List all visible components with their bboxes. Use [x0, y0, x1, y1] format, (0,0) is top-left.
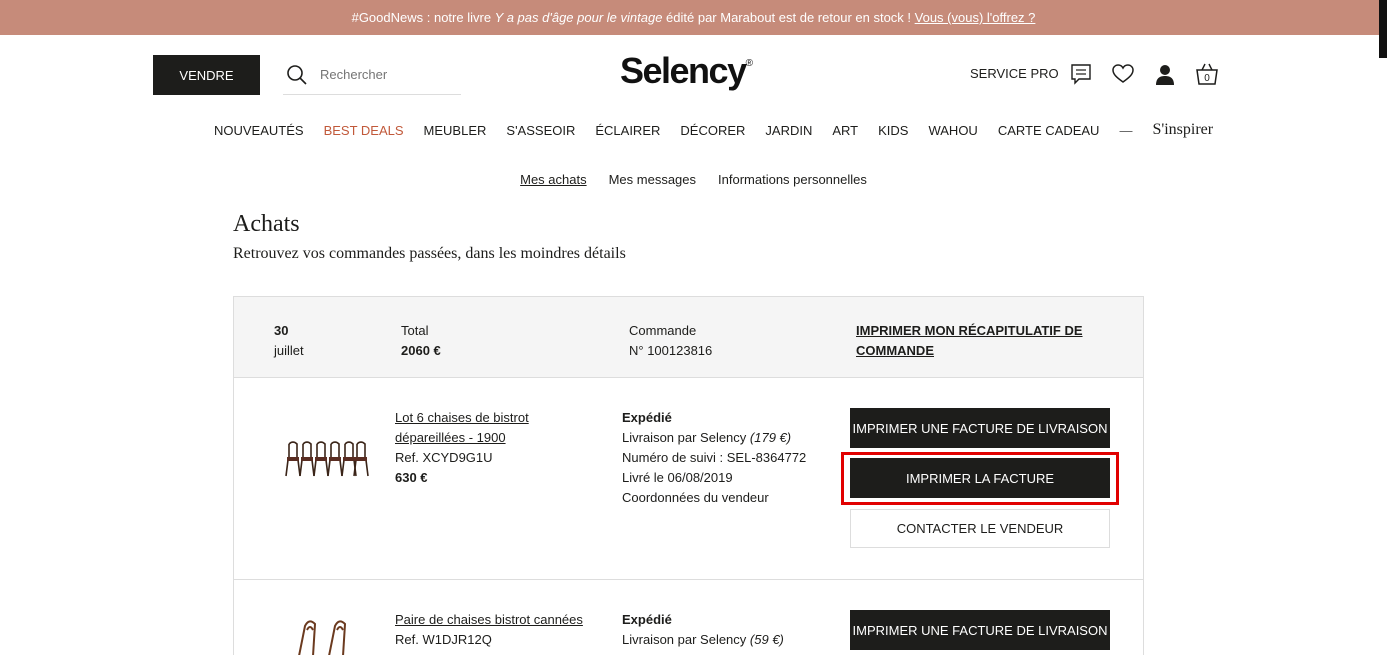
delivery-price: (179 €) [749, 430, 792, 445]
product-title[interactable]: Lot 6 chaises de bistrot [395, 410, 529, 425]
product-ref: Ref. XCYD9G1U [395, 450, 493, 465]
page-subtitle: Retrouvez vos commandes passées, dans le… [233, 245, 626, 262]
nav-separator: — [1119, 122, 1133, 138]
order-number-label: Commande [629, 323, 697, 338]
nav-item-art[interactable]: ART [832, 123, 858, 138]
shipping-status: Expédié [622, 410, 672, 425]
order-date: 30 juillet [274, 321, 304, 361]
order-number: Commande N° 100123816 [629, 321, 712, 361]
print-delivery-invoice-button[interactable]: IMPRIMER UNE FACTURE DE LIVRAISON [850, 610, 1110, 650]
order-item: Paire de chaises bistrot cannées Ref. W1… [234, 580, 1143, 655]
announcement-suffix: édité par Marabout est de retour en stoc… [662, 10, 915, 25]
print-recap-link[interactable]: IMPRIMER MON RÉCAPITULATIF DE COMMANDE [856, 321, 1096, 361]
announcement-bar: #GoodNews : notre livre Y a pas d'âge po… [0, 0, 1387, 35]
nav-item-sasseoir[interactable]: S'ASSEOIR [506, 123, 575, 138]
tracking-number: Numéro de suivi : SEL-8364772 [622, 450, 807, 465]
order-day: 30 [274, 323, 289, 338]
scrollbar[interactable] [1379, 0, 1387, 58]
account-nav: Mes achats Mes messages Informations per… [0, 172, 1387, 187]
search-bar[interactable] [283, 55, 461, 95]
sell-button[interactable]: VENDRE [153, 55, 260, 95]
product-info: Lot 6 chaises de bistrot dépareillées - … [395, 408, 529, 488]
order-total-value: 2060 € [401, 343, 441, 358]
delivery-price: (59 €) [749, 632, 784, 647]
shipping-info: Expédié Livraison par Selency (179 €) Nu… [622, 408, 806, 508]
nav-item-carte-cadeau[interactable]: CARTE CADEAU [998, 123, 1100, 138]
delivery-method: Livraison par Selency [622, 632, 747, 647]
messages-icon[interactable] [1069, 62, 1093, 86]
tab-informations-personnelles[interactable]: Informations personnelles [718, 172, 867, 187]
order-total-label: Total [401, 323, 429, 338]
order-month: juillet [274, 343, 304, 358]
heart-icon[interactable] [1111, 62, 1135, 86]
nav-item-nouveautes[interactable]: NOUVEAUTÉS [214, 123, 304, 138]
print-delivery-invoice-button[interactable]: IMPRIMER UNE FACTURE DE LIVRAISON [850, 408, 1110, 448]
service-pro-link[interactable]: SERVICE PRO [970, 66, 1059, 81]
nav-item-jardin[interactable]: JARDIN [765, 123, 812, 138]
nav-item-eclairer[interactable]: ÉCLAIRER [595, 123, 660, 138]
logo-text: Selency [620, 50, 747, 91]
order-number-value: N° 100123816 [629, 343, 713, 358]
contact-seller-button[interactable]: CONTACTER LE VENDEUR [850, 509, 1110, 548]
shipping-status: Expédié [622, 612, 672, 627]
seller-contact-info[interactable]: Coordonnées du vendeur [622, 490, 769, 505]
page-title: Achats [233, 211, 300, 237]
shipping-info: Expédié Livraison par Selency (59 €) [622, 610, 784, 650]
delivered-date: Livré le 06/08/2019 [622, 470, 733, 485]
product-title-line2[interactable]: dépareillées - 1900 [395, 430, 506, 445]
order-card: 30 juillet Total 2060 € Commande N° 1001… [233, 296, 1144, 655]
product-price: 630 € [395, 470, 428, 485]
tab-mes-achats[interactable]: Mes achats [520, 172, 586, 187]
product-image[interactable] [279, 438, 369, 478]
tab-mes-messages[interactable]: Mes messages [609, 172, 696, 187]
user-icon[interactable] [1153, 62, 1177, 86]
print-invoice-button[interactable]: IMPRIMER LA FACTURE [850, 458, 1110, 498]
logo[interactable]: Selency® [620, 50, 753, 92]
product-title[interactable]: Paire de chaises bistrot cannées [395, 612, 583, 627]
nav-item-kids[interactable]: KIDS [878, 123, 908, 138]
nav-item-meubler[interactable]: MEUBLER [424, 123, 487, 138]
main-nav: NOUVEAUTÉS BEST DEALS MEUBLER S'ASSEOIR … [214, 121, 1233, 139]
search-input[interactable] [320, 67, 460, 82]
nav-item-decorer[interactable]: DÉCORER [680, 123, 745, 138]
cart-count: 0 [1204, 73, 1210, 84]
order-header: 30 juillet Total 2060 € Commande N° 1001… [234, 297, 1143, 378]
nav-item-best-deals[interactable]: BEST DEALS [324, 123, 404, 138]
order-total: Total 2060 € [401, 321, 441, 361]
logo-mark: ® [745, 58, 753, 69]
order-item: Lot 6 chaises de bistrot dépareillées - … [234, 378, 1143, 580]
announcement-link[interactable]: Vous (vous) l'offrez ? [915, 10, 1036, 25]
nav-item-inspire[interactable]: S'inspirer [1152, 121, 1213, 139]
product-image[interactable] [279, 616, 369, 655]
product-info: Paire de chaises bistrot cannées Ref. W1… [395, 610, 583, 650]
announcement-book-title: Y a pas d'âge pour le vintage [494, 10, 663, 25]
nav-item-wahou[interactable]: WAHOU [928, 123, 977, 138]
announcement-prefix: #GoodNews : notre livre [351, 10, 495, 25]
search-icon [287, 64, 307, 85]
delivery-method: Livraison par Selency [622, 430, 747, 445]
product-ref: Ref. W1DJR12Q [395, 632, 492, 647]
cart-icon[interactable]: 0 [1194, 62, 1220, 86]
